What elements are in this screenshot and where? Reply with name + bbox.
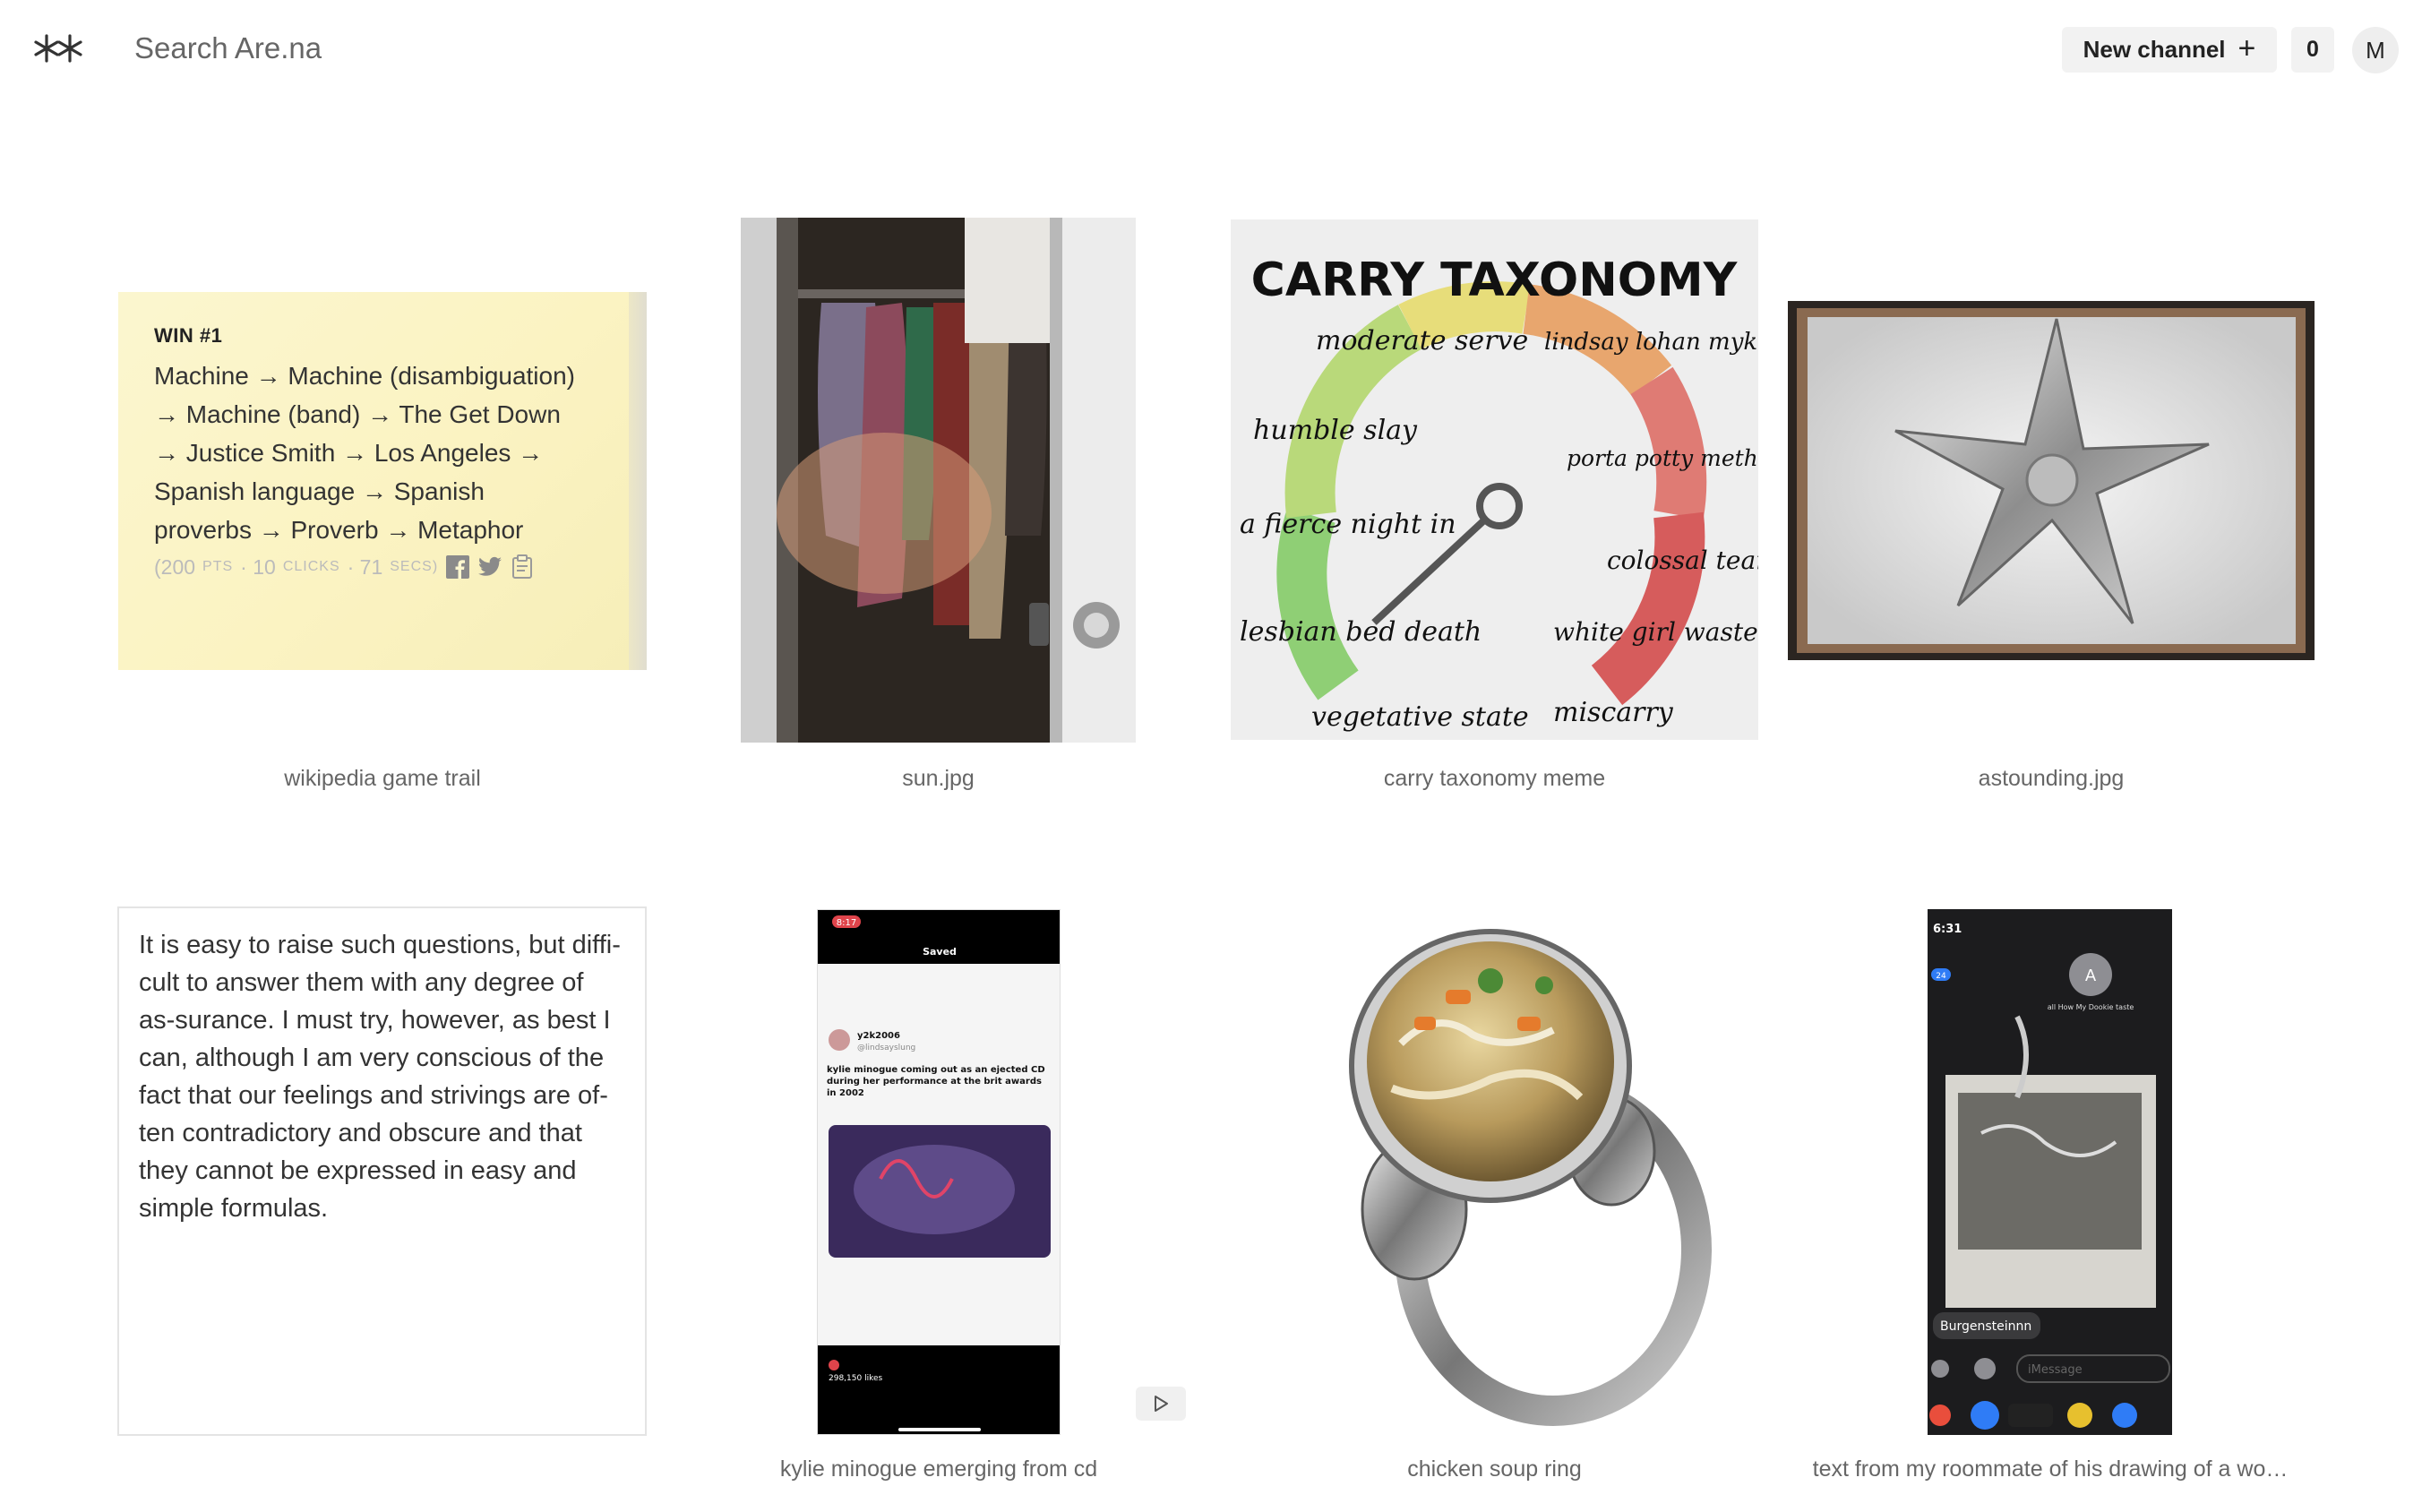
meme-title: CARRY TAXONOMY [1251,253,1739,307]
block-caption[interactable]: chicken soup ring [1231,1456,1758,1482]
post-handle: y2k2006 [857,1031,900,1041]
meme-label: white girl wasted [1553,617,1758,647]
message-placeholder: iMessage [2028,1363,2083,1377]
secs-label: SECS) [390,559,439,574]
play-icon [1155,1396,1168,1412]
sender-name: Burgensteinnn [1940,1319,2031,1334]
block-caption[interactable]: sun.jpg [741,766,1136,792]
star-sculpture-photo[interactable] [1788,301,2315,660]
search-input[interactable] [134,27,761,70]
meme-label: moderate serve [1316,325,1528,357]
twitter-icon[interactable] [477,554,502,580]
clicks-value: · 10 [240,554,276,579]
unread-badge: 24 [1936,972,1946,981]
meme-label: colossal tear [1607,546,1758,575]
block-caption[interactable]: text from my roommate of his drawing of … [1800,1456,2300,1482]
clipboard-icon[interactable] [510,554,535,580]
new-channel-button[interactable]: New channel + [2062,27,2277,73]
post-subhandle: @lindsayslung [857,1044,915,1052]
block-caption[interactable]: wikipedia game trail [118,766,647,792]
contact-line: all How My Dookie taste [2048,1003,2134,1011]
meme-label: lindsay lohan mykonos [1544,329,1758,356]
meme-label: porta potty meth spiral [1567,445,1758,471]
text-block[interactable]: It is easy to raise such questions, but … [117,906,647,1436]
meme-label: a fierce night in [1240,509,1456,540]
meme-label: lesbian bed death [1240,616,1482,648]
clicks-label: CLICKS [282,559,340,574]
game-stats: (200 PTS · 10 CLICKS · 71 SECS) [154,554,611,580]
chicken-soup-ring-photo[interactable] [1231,909,1758,1435]
play-button[interactable] [1136,1387,1186,1421]
block-caption[interactable]: astounding.jpg [1788,766,2315,792]
facebook-icon[interactable] [445,554,470,580]
secs-value: · 71 [347,554,383,579]
likes-count: 298,150 likes [829,1374,883,1383]
phone-time: 6:31 [1933,923,1962,936]
phone-time: 8:17 [837,918,856,928]
block-caption[interactable]: carry taxonomy meme [1231,766,1758,792]
wikipedia-trail-card[interactable]: WIN #1 Machine → Machine (disambiguation… [118,292,647,670]
arena-logo-icon[interactable] [32,30,86,66]
meme-label: humble slay [1253,415,1418,446]
notification-counter[interactable]: 0 [2291,27,2334,73]
contact-initial: A [2085,966,2097,985]
pts-label: PTS [202,559,234,574]
roommate-text-screenshot[interactable]: 6:31 24 A all How My Dookie taste Burgen… [1928,909,2172,1435]
meme-label: vegetative state [1311,701,1529,733]
kylie-minogue-screenshot[interactable]: 8:17 Saved y2k2006 @lindsayslung kylie m… [817,909,1061,1435]
pts-value: (200 [154,554,196,579]
phone-header: Saved [923,946,957,958]
closet-photo[interactable] [741,218,1136,743]
win-label: WIN #1 [154,324,223,347]
top-bar: New channel + 0 M [0,0,2422,99]
plus-icon: + [2237,31,2256,65]
carry-taxonomy-meme[interactable]: CARRY TAXONOMY moderate serve lindsay lo… [1231,219,1758,740]
avatar[interactable]: M [2352,27,2399,73]
meme-label: miscarry [1553,697,1674,728]
new-channel-label: New channel [2083,36,2226,63]
post-text: kylie minogue coming out as an ejected C… [827,1065,1045,1098]
block-caption[interactable]: kylie minogue emerging from cd [727,1456,1150,1482]
trail-text: Machine → Machine (disambiguation) → Mac… [154,362,575,544]
